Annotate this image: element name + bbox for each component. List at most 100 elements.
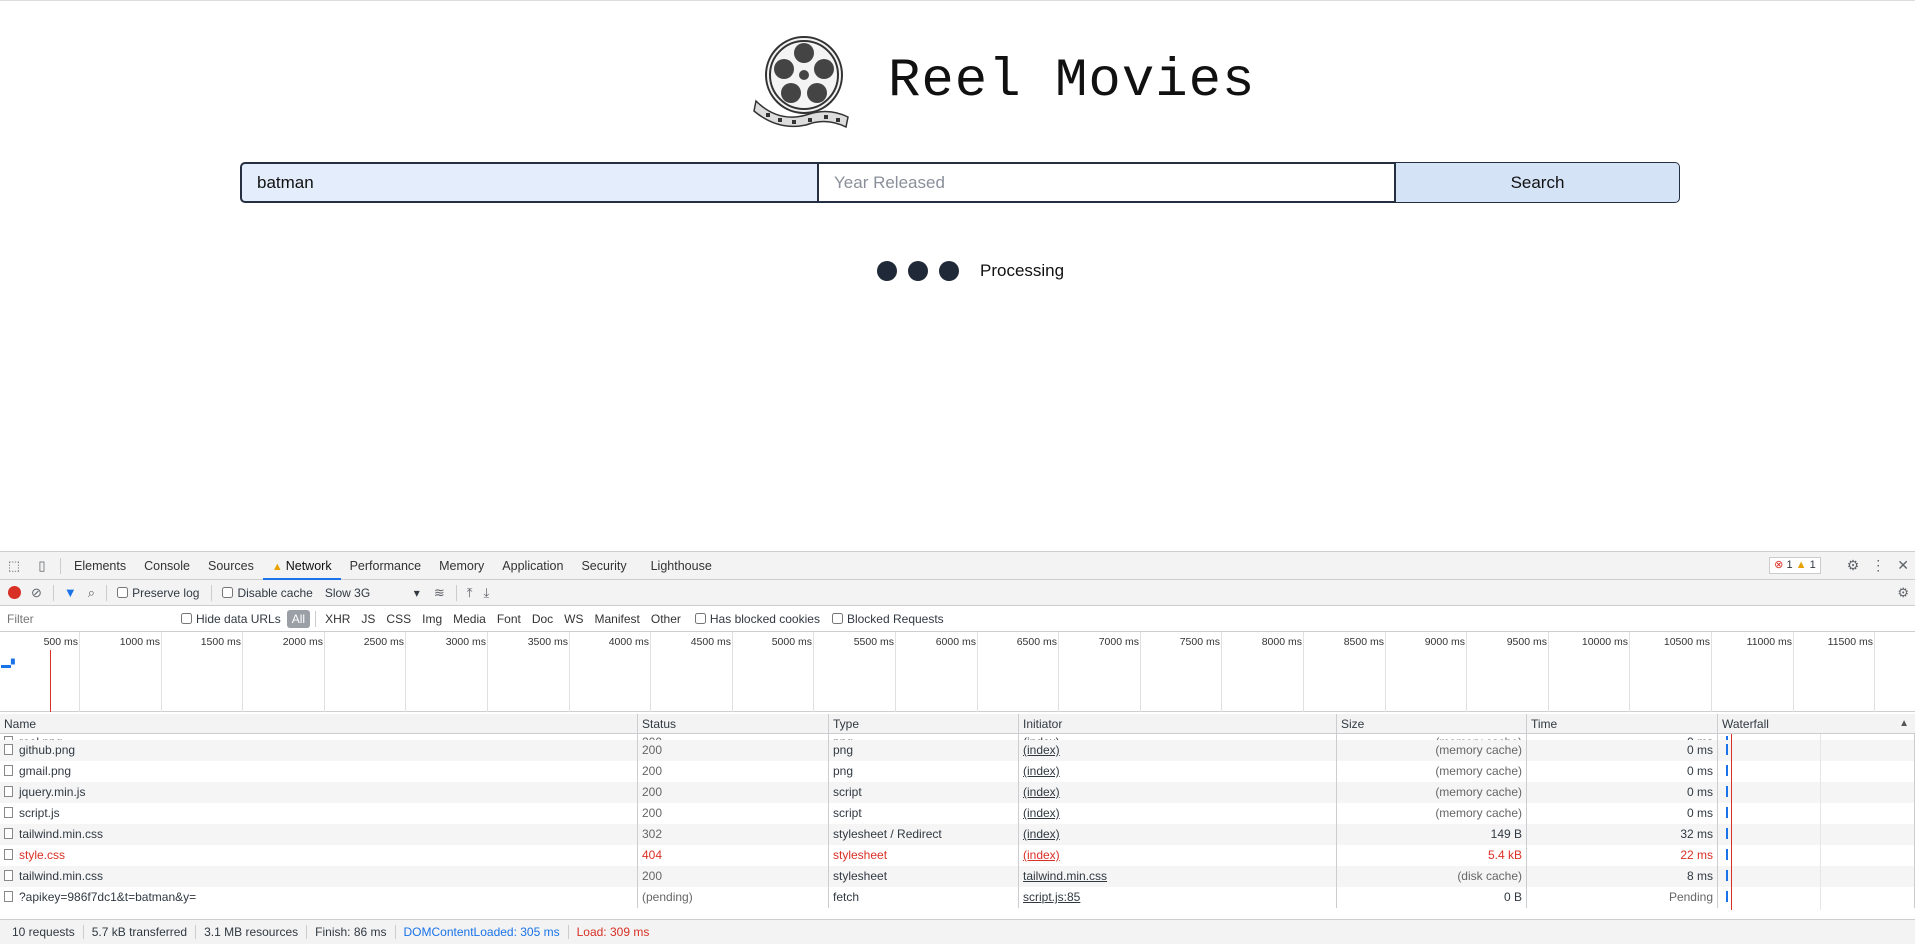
filter-type-xhr[interactable]: XHR [320,610,355,628]
disable-cache-box[interactable] [222,587,234,598]
more-options-icon[interactable]: ⋮ [1871,557,1885,574]
request-initiator[interactable]: (index) [1019,803,1337,824]
column-header-waterfall[interactable]: Waterfall ▲ [1718,714,1915,733]
column-header-initiator[interactable]: Initiator [1019,714,1337,733]
table-row[interactable]: script.js 200 script (index) (memory cache) 0… [0,803,1915,824]
request-initiator[interactable]: (index) [1019,824,1337,845]
column-header-time[interactable]: Time [1527,714,1718,733]
request-name[interactable]: style.css [0,845,638,866]
network-conditions-icon[interactable]: ≋ [434,585,445,601]
filter-type-all[interactable]: All [286,609,311,628]
column-header-size[interactable]: Size [1337,714,1527,733]
request-waterfall [1718,845,1915,866]
movie-title-input[interactable] [240,162,819,203]
table-row[interactable]: jquery.min.js 200 script (index) (memory cac… [0,782,1915,803]
tab-performance[interactable]: Performance [341,552,431,580]
table-row[interactable]: gmail.png 200 png (index) (memory cache) 0 ms [0,761,1915,782]
throttling-select[interactable]: Slow 3G ▾ [325,586,420,600]
loading-dot [908,261,928,281]
tab-memory[interactable]: Memory [430,552,493,580]
disable-cache-checkbox[interactable]: Disable cache [222,586,313,600]
column-header-type[interactable]: Type [829,714,1019,733]
request-status: 200 [638,803,829,824]
network-settings-gear-icon[interactable]: ⚙ [1897,585,1909,601]
close-icon[interactable]: ✕ [1897,557,1909,574]
page-title: Reel Movies [888,50,1256,112]
request-initiator[interactable]: script.js:85 [1019,887,1337,908]
filter-type-other[interactable]: Other [646,610,686,628]
hide-data-urls-box[interactable] [181,613,192,624]
chevron-down-icon: ▾ [413,585,420,600]
filter-type-manifest[interactable]: Manifest [590,610,645,628]
request-name[interactable]: tailwind.min.css [0,866,638,887]
device-toolbar-icon[interactable]: ▯ [28,558,56,574]
column-header-status[interactable]: Status [638,714,829,733]
table-row[interactable]: tailwind.min.css 302 stylesheet / Redirect… [0,824,1915,845]
network-overview-timeline[interactable]: ▬▘ 500 ms 1000 ms 1500 ms 2000 ms 2500 ms 300… [0,632,1915,712]
request-initiator[interactable]: (index) [1019,761,1337,782]
request-name[interactable]: tailwind.min.css [0,824,638,845]
column-header-name[interactable]: Name [0,714,638,733]
initiator-link[interactable]: (index) [1023,806,1060,820]
request-initiator[interactable]: (index) [1019,782,1337,803]
filter-type-doc[interactable]: Doc [527,610,558,628]
initiator-link[interactable]: (index) [1023,848,1060,862]
table-row[interactable]: tailwind.min.css 200 stylesheet tailwind.mi… [0,866,1915,887]
table-row[interactable]: style.css 404 stylesheet (index) 5.4 kB 22 ms [0,845,1915,866]
has-blocked-cookies-checkbox[interactable]: Has blocked cookies [694,612,820,626]
record-button[interactable] [8,586,21,599]
request-name-text: tailwind.min.css [19,869,104,883]
filter-type-css[interactable]: CSS [381,610,416,628]
tab-sources[interactable]: Sources [199,552,263,580]
request-initiator[interactable]: (index) [1019,845,1337,866]
has-blocked-cookies-box[interactable] [694,613,706,624]
filter-type-img[interactable]: Img [417,610,447,628]
request-initiator[interactable]: tailwind.min.css [1019,866,1337,887]
hide-data-urls-checkbox[interactable]: Hide data URLs [181,612,281,626]
tab-network[interactable]: ▲ Network [262,552,341,580]
preserve-log-checkbox[interactable]: Preserve log [117,586,199,600]
request-initiator[interactable]: (index) [1019,740,1337,761]
search-button[interactable]: Search [1396,162,1680,203]
request-type: png [829,761,1019,782]
tab-application[interactable]: Application [493,552,572,580]
inspect-element-icon[interactable]: ⬚ [0,558,28,574]
initiator-link[interactable]: script.js:85 [1023,890,1080,904]
filter-type-font[interactable]: Font [492,610,526,628]
initiator-link[interactable]: (index) [1023,764,1060,778]
clear-icon[interactable]: ⊘ [31,585,42,601]
search-icon[interactable]: ⌕ [88,585,95,601]
request-time: 8 ms [1527,866,1718,887]
initiator-link[interactable]: (index) [1023,785,1060,799]
settings-gear-icon[interactable]: ⚙ [1847,557,1860,574]
import-har-icon[interactable]: ⤒ [467,585,473,601]
issues-badge[interactable]: ⊗ 1 ▲ 1 [1769,557,1821,574]
tab-lighthouse[interactable]: Lighthouse [642,552,721,580]
initiator-link[interactable]: (index) [1023,743,1060,757]
request-status: 200 [638,866,829,887]
filter-icon[interactable]: ▼ [64,585,77,600]
year-released-input[interactable] [819,162,1396,203]
initiator-link[interactable]: tailwind.min.css [1023,869,1107,883]
tab-security[interactable]: Security [572,552,635,580]
request-name[interactable]: gmail.png [0,761,638,782]
initiator-link[interactable]: (index) [1023,827,1060,841]
summary-resources: 3.1 MB resources [196,925,308,939]
tab-elements[interactable]: Elements [65,552,135,580]
table-row[interactable]: github.png 200 png (index) (memory cache) 0 m… [0,740,1915,761]
table-row[interactable]: ?apikey=986f7dc1&t=batman&y= (pending) fet… [0,887,1915,908]
filter-type-ws[interactable]: WS [559,610,588,628]
preserve-log-box[interactable] [117,587,129,598]
filter-input[interactable] [3,608,171,629]
request-name[interactable]: github.png [0,740,638,761]
export-har-icon[interactable]: ⤓ [483,585,489,601]
blocked-requests-checkbox[interactable]: Blocked Requests [831,612,944,626]
filter-type-js[interactable]: JS [356,610,380,628]
request-name[interactable]: script.js [0,803,638,824]
request-name[interactable]: jquery.min.js [0,782,638,803]
tab-console[interactable]: Console [135,552,199,580]
request-name[interactable]: ?apikey=986f7dc1&t=batman&y= [0,887,638,908]
filter-type-media[interactable]: Media [448,610,491,628]
table-header: Name Status Type Initiator Size Time Wat… [0,714,1915,734]
blocked-requests-box[interactable] [831,613,843,624]
